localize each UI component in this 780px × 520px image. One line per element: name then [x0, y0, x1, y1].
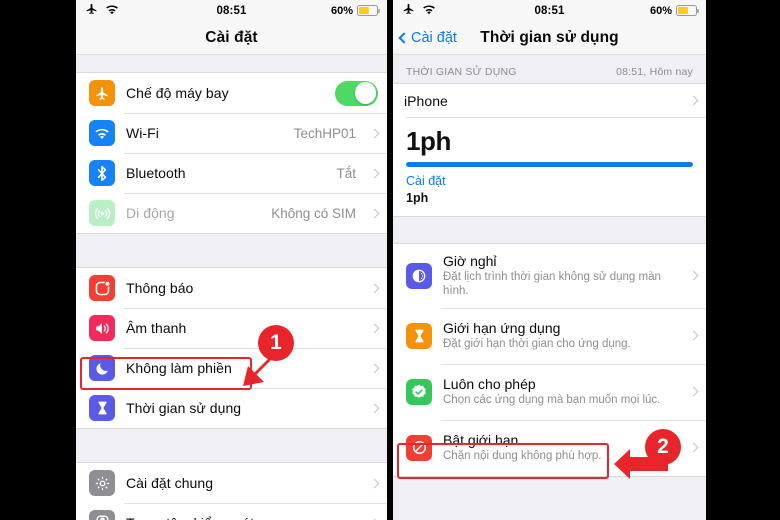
feature-item-downtime[interactable]: Giờ nghỉ Đặt lịch trình thời gian không …	[393, 243, 706, 308]
page-title: Thời gian sử dụng	[480, 28, 619, 46]
chevron-right-icon	[369, 478, 380, 488]
moon-icon	[89, 355, 115, 381]
screenshot-stage: 08:51 60% Cài đặt Chế độ máy bay Wi-Fi T…	[0, 0, 780, 520]
row-label: Wi-Fi	[126, 125, 159, 141]
chevron-right-icon	[688, 270, 699, 281]
device-row-iphone[interactable]: iPhone	[393, 84, 706, 117]
usage-total-value: 1ph	[406, 126, 452, 156]
status-bar-right: 08:51 60%	[393, 0, 706, 21]
status-bar-left: 08:51 60%	[76, 0, 387, 21]
feature-title: Giờ nghỉ	[443, 252, 497, 269]
sidebar-item-airplane-mode[interactable]: Chế độ máy bay	[76, 73, 387, 113]
chevron-right-icon	[369, 208, 380, 218]
wifi-icon	[89, 120, 115, 146]
annotation-badge-1: 1	[258, 325, 294, 361]
sidebar-item-notifications[interactable]: Thông báo	[76, 268, 387, 308]
notification-icon	[89, 275, 115, 301]
chevron-right-icon	[369, 283, 380, 293]
section-header-timestamp: 08:51, Hôm nay	[616, 66, 693, 78]
row-label: Thời gian sử dụng	[126, 400, 242, 416]
battery-icon	[357, 5, 380, 16]
sound-icon	[89, 315, 115, 341]
bluetooth-icon	[89, 160, 115, 186]
airplane-icon	[89, 80, 115, 106]
row-label: Chế độ máy bay	[126, 85, 229, 101]
usage-category-label: Cài đặt	[406, 174, 446, 189]
row-label: Trung tâm kiểm soát	[126, 515, 358, 520]
page-title: Cài đặt	[205, 28, 258, 46]
chevron-right-icon	[369, 403, 380, 413]
row-label: Bluetooth	[126, 165, 186, 181]
nav-bar-right: Cài đặt Thời gian sử dụng	[393, 21, 706, 55]
chevron-right-icon	[369, 128, 380, 138]
chevron-right-icon	[688, 330, 699, 341]
annotation-badge-2: 2	[645, 429, 681, 465]
chevron-right-icon	[688, 386, 699, 397]
chevron-left-icon	[398, 31, 410, 44]
airplane-mode-toggle[interactable]	[335, 80, 378, 106]
feature-subtitle: Đặt giới hạn thời gian cho ứng dụng.	[443, 337, 631, 350]
settings-group-connectivity: Chế độ máy bay Wi-Fi TechHP01 Bluetooth	[76, 72, 387, 234]
usage-category-value: 1ph	[406, 190, 429, 205]
hourglass-icon	[89, 395, 115, 421]
section-header-label: THỜI GIAN SỬ DỤNG	[406, 66, 517, 78]
chevron-right-icon	[369, 363, 380, 373]
sidebar-item-cellular[interactable]: Di động Không có SIM	[76, 193, 387, 233]
phone-left-settings: 08:51 60% Cài đặt Chế độ máy bay Wi-Fi T…	[76, 0, 387, 520]
sidebar-item-control-center[interactable]: Trung tâm kiểm soát	[76, 503, 387, 520]
chevron-right-icon	[688, 442, 699, 453]
chevron-right-icon	[369, 168, 380, 178]
downtime-icon	[406, 262, 432, 289]
cellular-icon	[89, 200, 115, 226]
battery-percent: 60%	[649, 4, 672, 17]
row-value: TechHP01	[293, 125, 356, 141]
chevron-right-icon	[369, 323, 380, 333]
settings-group-general: Cài đặt chung Trung tâm kiểm soát AA Màn…	[76, 462, 387, 520]
row-value: Tắt	[336, 165, 356, 181]
feature-subtitle: Chọn các ứng dụng mà bạn muốn mọi lúc.	[443, 393, 661, 406]
row-label: Thông báo	[126, 280, 194, 296]
sidebar-item-general[interactable]: Cài đặt chung	[76, 463, 387, 503]
device-label: iPhone	[404, 92, 448, 109]
nav-bar-left: Cài đặt	[76, 21, 387, 55]
feature-item-app-limits[interactable]: Giới hạn ứng dụng Đặt giới hạn thời gian…	[393, 307, 706, 364]
feature-title: Giới hạn ứng dụng	[443, 319, 561, 336]
sidebar-item-screen-time[interactable]: Thời gian sử dụng	[76, 388, 387, 428]
chevron-right-icon	[688, 95, 699, 106]
back-button-label: Cài đặt	[411, 29, 457, 46]
usage-total: 1ph	[393, 118, 706, 155]
row-value: Không có SIM	[271, 205, 356, 221]
usage-summary-card: iPhone 1ph Cài đặt 1ph	[393, 83, 706, 217]
feature-subtitle: Đặt lịch trình thời gian không sử dụng m…	[443, 270, 661, 298]
sidebar-item-bluetooth[interactable]: Bluetooth Tắt	[76, 153, 387, 193]
check-badge-icon	[406, 378, 432, 405]
sidebar-item-wifi[interactable]: Wi-Fi TechHP01	[76, 113, 387, 153]
back-button[interactable]: Cài đặt	[398, 29, 457, 46]
section-header-screen-time: THỜI GIAN SỬ DỤNG 08:51, Hôm nay	[393, 55, 706, 83]
usage-legend: Cài đặt 1ph	[393, 167, 706, 216]
gear-icon	[89, 470, 115, 496]
settings-scroll-area[interactable]: Chế độ máy bay Wi-Fi TechHP01 Bluetooth	[76, 55, 387, 520]
row-label: Cài đặt chung	[126, 475, 214, 491]
battery-percent: 60%	[330, 4, 353, 17]
feature-item-always-allowed[interactable]: Luôn cho phép Chọn các ứng dụng mà bạn m…	[393, 363, 706, 420]
hourglass-icon	[406, 322, 432, 349]
control-center-icon	[89, 510, 115, 520]
prohibition-icon	[406, 434, 432, 461]
battery-icon	[676, 5, 699, 16]
feature-title: Luôn cho phép	[443, 375, 536, 392]
row-label: Di động	[126, 205, 175, 221]
